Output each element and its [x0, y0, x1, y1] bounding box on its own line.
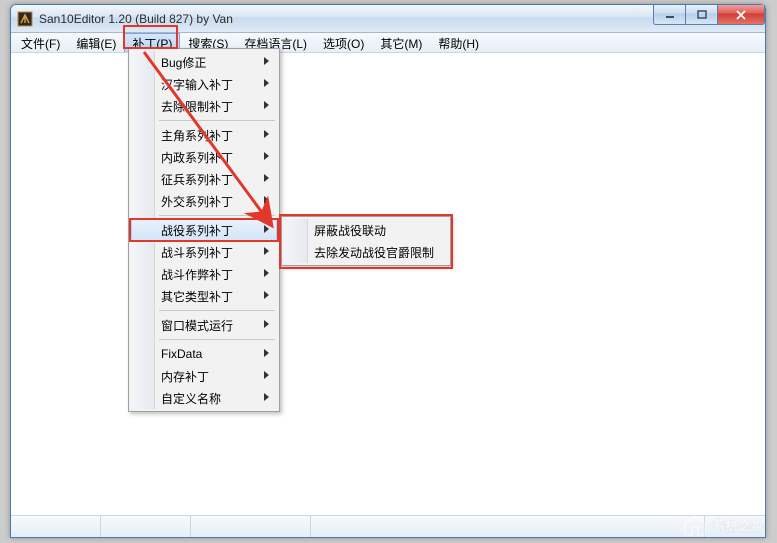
status-cell	[101, 516, 191, 537]
chevron-right-icon	[264, 225, 269, 233]
status-cell	[311, 516, 705, 537]
patch-dropdown: Bug修正 汉字输入补丁 去除限制补丁 主角系列补丁 内政系列补丁 征兵系列补丁…	[128, 48, 280, 412]
window-title: San10Editor 1.20 (Build 827) by Van	[39, 12, 233, 26]
dd-item-campaign[interactable]: 战役系列补丁	[131, 219, 277, 241]
chevron-right-icon	[264, 79, 269, 87]
chevron-right-icon	[264, 349, 269, 357]
window-controls	[653, 5, 765, 25]
dd-item-diplomacy[interactable]: 外交系列补丁	[131, 190, 277, 212]
titlebar[interactable]: San10Editor 1.20 (Build 827) by Van	[11, 5, 765, 33]
statusbar	[11, 515, 765, 537]
app-icon	[17, 11, 33, 27]
chevron-right-icon	[264, 152, 269, 160]
menubar: 文件(F) 编辑(E) 补丁(P) 搜索(S) 存档语言(L) 选项(O) 其它…	[11, 33, 765, 53]
close-button[interactable]	[717, 5, 765, 25]
menu-options[interactable]: 选项(O)	[315, 33, 372, 52]
dd-item-conscript[interactable]: 征兵系列补丁	[131, 168, 277, 190]
chevron-right-icon	[264, 57, 269, 65]
menu-other[interactable]: 其它(M)	[372, 33, 430, 52]
app-window: San10Editor 1.20 (Build 827) by Van 文件(F…	[10, 4, 766, 538]
sub-item-removeranklimit[interactable]: 去除发动战役官爵限制	[284, 241, 448, 263]
dd-item-bugfix[interactable]: Bug修正	[131, 51, 277, 73]
dd-item-domestic[interactable]: 内政系列补丁	[131, 146, 277, 168]
dd-item-othertype[interactable]: 其它类型补丁	[131, 285, 277, 307]
dd-item-fixdata[interactable]: FixData	[131, 343, 277, 365]
chevron-right-icon	[264, 320, 269, 328]
dd-item-removelimit[interactable]: 去除限制补丁	[131, 95, 277, 117]
dd-item-windowmode[interactable]: 窗口模式运行	[131, 314, 277, 336]
status-cell	[11, 516, 101, 537]
dd-item-memory[interactable]: 内存补丁	[131, 365, 277, 387]
dropdown-separator	[159, 339, 275, 340]
menu-edit[interactable]: 编辑(E)	[68, 33, 124, 52]
campaign-submenu: 屏蔽战役联动 去除发动战役官爵限制	[281, 216, 451, 266]
dd-item-battle[interactable]: 战斗系列补丁	[131, 241, 277, 263]
chevron-right-icon	[264, 371, 269, 379]
content-area	[11, 53, 765, 515]
chevron-right-icon	[264, 247, 269, 255]
dd-item-hanzi[interactable]: 汉字输入补丁	[131, 73, 277, 95]
chevron-right-icon	[264, 269, 269, 277]
maximize-button[interactable]	[685, 5, 717, 25]
dropdown-separator	[159, 310, 275, 311]
menu-file[interactable]: 文件(F)	[13, 33, 68, 52]
minimize-button[interactable]	[653, 5, 685, 25]
chevron-right-icon	[264, 130, 269, 138]
chevron-right-icon	[264, 393, 269, 401]
chevron-right-icon	[264, 174, 269, 182]
dd-item-battlecheat[interactable]: 战斗作弊补丁	[131, 263, 277, 285]
status-cell	[705, 516, 765, 537]
dd-item-hero[interactable]: 主角系列补丁	[131, 124, 277, 146]
chevron-right-icon	[264, 196, 269, 204]
dd-item-customname[interactable]: 自定义名称	[131, 387, 277, 409]
chevron-right-icon	[264, 291, 269, 299]
dropdown-separator	[159, 215, 275, 216]
dropdown-separator	[159, 120, 275, 121]
chevron-right-icon	[264, 101, 269, 109]
sub-item-blocklink[interactable]: 屏蔽战役联动	[284, 219, 448, 241]
menu-help[interactable]: 帮助(H)	[430, 33, 487, 52]
status-cell	[191, 516, 311, 537]
